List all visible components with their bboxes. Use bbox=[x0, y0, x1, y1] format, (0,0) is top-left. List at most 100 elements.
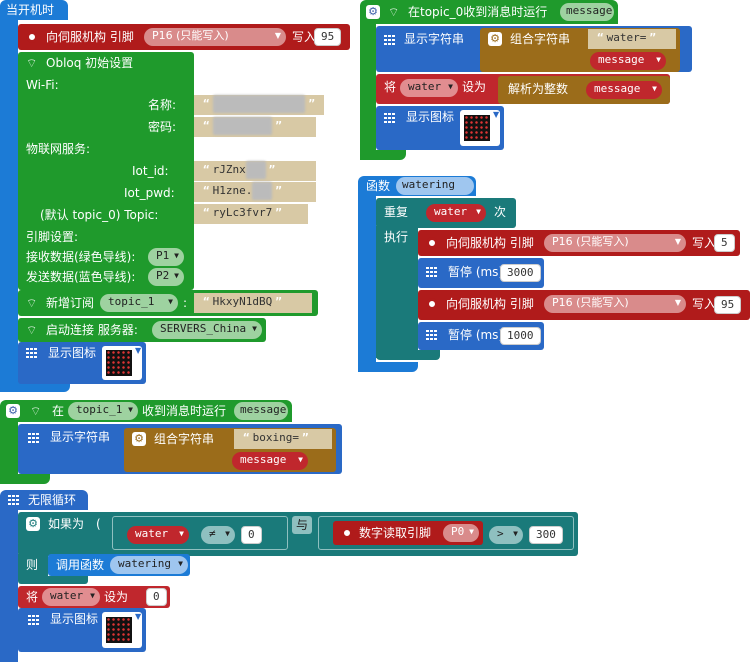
servo-pin-dropdown[interactable]: P16 (只能写入) ▼ bbox=[544, 234, 686, 252]
pin-settings-label: 引脚设置: bbox=[26, 230, 79, 244]
if-label: 如果为 bbox=[48, 517, 85, 531]
display-icon bbox=[426, 330, 438, 340]
cmp-value-input[interactable]: 300 bbox=[529, 526, 563, 544]
icon-picker[interactable]: ▼ bbox=[102, 346, 142, 380]
servo-write-block[interactable]: 向伺服机构 引脚 P16 (只能写入) ▼ 写入 5 bbox=[418, 230, 740, 256]
servo-pin-dropdown[interactable]: P16 (只能写入) ▼ bbox=[544, 295, 686, 313]
servo-icon bbox=[426, 298, 438, 310]
pause-value-input[interactable]: 3000 bbox=[500, 264, 541, 282]
chevron-down-icon: ▼ bbox=[493, 110, 500, 119]
condition-read-block[interactable]: 数字读取引脚 P0 ▼ > ▼ 300 bbox=[318, 516, 574, 550]
set-value-input[interactable]: 0 bbox=[146, 588, 167, 606]
chevron-down-icon: ▼ bbox=[135, 346, 142, 355]
set-to-label: 设为 bbox=[104, 590, 129, 604]
cond-op-dropdown[interactable]: ≠ ▼ bbox=[201, 526, 235, 544]
cmp-op-dropdown[interactable]: > ▼ bbox=[489, 526, 523, 544]
forever-show-icon-block[interactable]: 显示图标 ▼ bbox=[18, 608, 146, 652]
topic0-show-icon-block[interactable]: 显示图标 ▼ bbox=[376, 106, 504, 150]
topic0-handler-hat[interactable]: ⚙ ⌔ 在topic_0收到消息时运行 message bbox=[360, 0, 618, 24]
gear-icon[interactable]: ⚙ bbox=[488, 32, 502, 46]
obloq-init-block[interactable]: ⌔ Obloq 初始设置 Wi-Fi: 名称: 密码: 物联网服务: Iot_i… bbox=[18, 52, 194, 290]
repeat-var-dropdown[interactable]: water ▼ bbox=[426, 204, 486, 222]
pause-block[interactable]: 暂停 (ms) 1000 bbox=[418, 322, 544, 350]
chevron-down-icon: ▼ bbox=[168, 297, 173, 306]
condition-compare-block[interactable]: water ▼ ≠ ▼ 0 bbox=[112, 516, 288, 550]
if-block[interactable]: ⚙ 如果为 ( water ▼ ≠ ▼ 0 与 数字读取引脚 P0 ▼ > ▼ 300 bbox=[18, 512, 578, 556]
join-var-dropdown[interactable]: message ▼ bbox=[590, 52, 666, 70]
set-water-block[interactable]: 将 water ▼ 设为 0 bbox=[18, 586, 170, 608]
function-name[interactable]: watering bbox=[396, 177, 474, 195]
gear-icon[interactable]: ⚙ bbox=[366, 5, 380, 19]
topic1-title-prefix: 在 bbox=[52, 404, 65, 418]
connect-block[interactable]: ⌔ 启动连接 服务器: SERVERS_China ▼ bbox=[18, 318, 266, 342]
wifi-name-input[interactable]: “dlinkgeli-5a0m” bbox=[194, 95, 324, 115]
topic1-join-block[interactable]: ⚙ 组合字符串 “boxing=” message ▼ bbox=[124, 428, 336, 472]
join-literal-input[interactable]: “water=” bbox=[588, 29, 676, 49]
subscribe-value-input[interactable]: “HkxyN1dBQ” bbox=[194, 293, 312, 313]
chevron-down-icon: ▼ bbox=[179, 529, 184, 538]
watering-function-hat[interactable]: 函数 watering bbox=[358, 176, 476, 196]
parse-int-block[interactable]: 解析为整数 message ▼ bbox=[498, 76, 670, 104]
servo-icon bbox=[26, 31, 38, 43]
chevron-down-icon: ▼ bbox=[674, 237, 681, 246]
wifi-name-label: 名称: bbox=[148, 98, 177, 112]
on-start-hat[interactable]: 当开机时 bbox=[0, 0, 68, 20]
gear-icon[interactable]: ⚙ bbox=[132, 432, 146, 446]
topic1-handler-hat[interactable]: ⚙ ⌔ 在 topic_1 ▼ 收到消息时运行 message bbox=[0, 400, 292, 422]
pause-block[interactable]: 暂停 (ms) 3000 bbox=[418, 258, 544, 288]
join-literal-input[interactable]: “boxing=” bbox=[234, 429, 332, 449]
iot-id-input[interactable]: “rJZnxq_m” bbox=[194, 161, 316, 181]
call-fn-dropdown[interactable]: watering ▼ bbox=[110, 556, 188, 574]
display-icon bbox=[28, 433, 40, 443]
topic0-join-block[interactable]: ⚙ 组合字符串 “water=” message ▼ bbox=[480, 28, 680, 72]
icon-picker[interactable]: ▼ bbox=[460, 110, 500, 146]
forever-hat[interactable]: 无限循环 bbox=[0, 490, 88, 510]
forever-title: 无限循环 bbox=[28, 493, 77, 507]
icon-picker[interactable]: ▼ bbox=[102, 612, 142, 648]
topic0-title: 在topic_0收到消息时运行 bbox=[408, 5, 548, 19]
show-icon-block[interactable]: 显示图标 ▼ bbox=[18, 342, 146, 384]
watering-function-foot bbox=[358, 362, 418, 372]
chevron-down-icon: ▼ bbox=[135, 612, 142, 621]
servo-value-input[interactable]: 5 bbox=[714, 234, 735, 252]
servo-value-input[interactable]: 95 bbox=[714, 296, 742, 314]
server-dropdown[interactable]: SERVERS_China ▼ bbox=[152, 321, 262, 339]
servo-pin-dropdown[interactable]: P16 (只能写入) ▼ bbox=[144, 28, 286, 46]
subscribe-block[interactable]: ⌔ 新增订阅 topic_1 ▼ : “HkxyN1dBQ” bbox=[18, 290, 318, 316]
join-var-dropdown[interactable]: message ▼ bbox=[232, 452, 308, 470]
gear-icon[interactable]: ⚙ bbox=[26, 517, 40, 531]
read-pin-dropdown[interactable]: P0 ▼ bbox=[443, 524, 479, 542]
topic0-message-param[interactable]: message bbox=[560, 3, 614, 21]
repeat-block[interactable]: 重复 water ▼ 次 bbox=[376, 198, 516, 228]
topic0-foot bbox=[360, 150, 406, 160]
servo-write-block[interactable]: 向伺服机构 引脚 P16 (只能写入) ▼ 写入 95 bbox=[418, 290, 750, 320]
forever-spine bbox=[0, 508, 18, 662]
rx-pin-dropdown[interactable]: P1 ▼ bbox=[148, 248, 184, 266]
and-label: 与 bbox=[292, 516, 313, 534]
parse-var-dropdown[interactable]: message ▼ bbox=[586, 81, 662, 99]
set-var-dropdown[interactable]: water ▼ bbox=[42, 588, 100, 606]
topic-input[interactable]: “ryLc3fvr7” bbox=[194, 204, 308, 224]
digital-read-block[interactable]: 数字读取引脚 P0 ▼ bbox=[333, 521, 483, 545]
cond-value-input[interactable]: 0 bbox=[241, 526, 262, 544]
parse-label: 解析为整数 bbox=[508, 82, 569, 96]
gear-icon[interactable]: ⚙ bbox=[6, 404, 20, 418]
servo-write-block[interactable]: 向伺服机构 引脚 P16 (只能写入) ▼ 写入 95 bbox=[18, 24, 350, 50]
subscribe-topic-dropdown[interactable]: topic_1 ▼ bbox=[100, 294, 178, 312]
display-icon bbox=[384, 35, 396, 45]
wifi-password-input[interactable]: “dgiemsla0” bbox=[194, 117, 316, 137]
tx-pin-dropdown[interactable]: P2 ▼ bbox=[148, 268, 184, 286]
then-label: 则 bbox=[26, 558, 39, 572]
set-var-dropdown[interactable]: water ▼ bbox=[400, 79, 458, 97]
if-spine: 则 bbox=[18, 554, 48, 578]
topic1-message-param[interactable]: message bbox=[234, 402, 288, 420]
iot-pwd-input[interactable]: “H1zne.gLa” bbox=[194, 182, 316, 202]
servo-value-input[interactable]: 95 bbox=[314, 28, 342, 46]
servo-write-label: 写入 bbox=[692, 236, 717, 250]
led-matrix-icon bbox=[462, 113, 492, 143]
pause-value-input[interactable]: 1000 bbox=[500, 327, 541, 345]
topic1-dropdown[interactable]: topic_1 ▼ bbox=[68, 402, 138, 420]
call-function-block[interactable]: 调用函数 watering ▼ bbox=[48, 554, 190, 576]
cond-var-dropdown[interactable]: water ▼ bbox=[127, 526, 189, 544]
chevron-down-icon: ▼ bbox=[174, 251, 179, 260]
